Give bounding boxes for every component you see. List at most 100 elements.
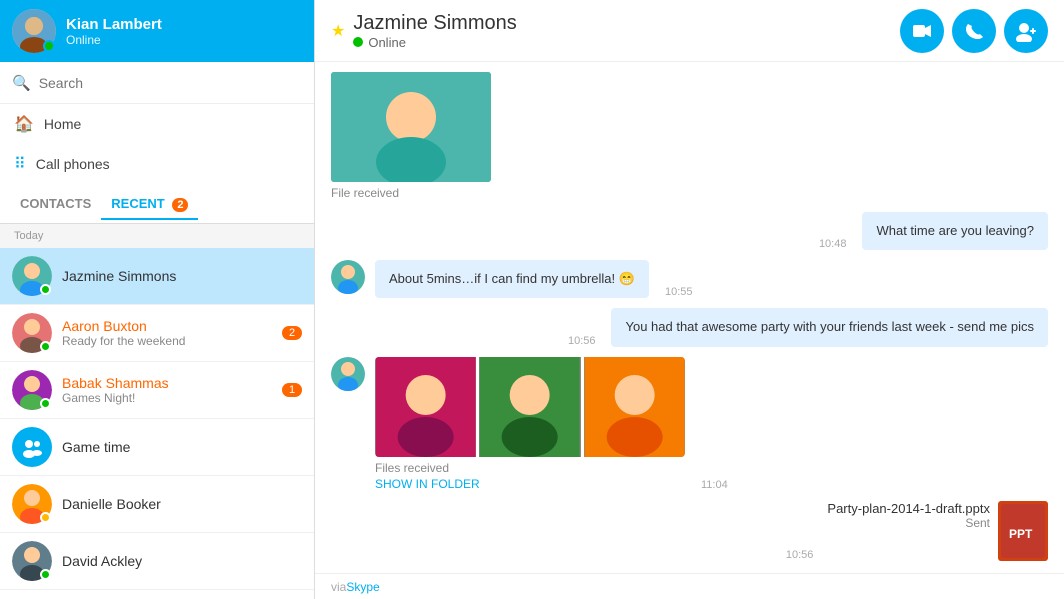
user-info: Kian Lambert Online [66, 16, 162, 47]
status-dot-aaron [40, 341, 51, 352]
status-dot-david [40, 569, 51, 580]
tabs-row: CONTACTS RECENT 2 [0, 184, 314, 224]
svg-text:PPT: PPT [1009, 527, 1033, 541]
sidebar: Kian Lambert Online 🔍 🏠 Home ⠿ Call phon… [0, 0, 315, 599]
search-input[interactable] [39, 75, 302, 91]
contact-avatar-david [12, 541, 52, 581]
msg-row-received-1: About 5mins…if I can find my umbrella! 😁… [331, 260, 1048, 298]
user-header: Kian Lambert Online [0, 0, 314, 62]
msg-bubble-sent-1: What time are you leaving? [862, 212, 1048, 250]
tab-contacts[interactable]: CONTACTS [10, 188, 101, 219]
contact-list: Today Jazmine Simmons [0, 224, 314, 599]
contact-item-babak-shammas[interactable]: Babak Shammas Games Night! 1 [0, 362, 314, 419]
msg-row-sent-2: 10:56 You had that awesome party with yo… [331, 308, 1048, 346]
msg-time-5: 10:56 [786, 549, 814, 561]
contact-item-david-ackley[interactable]: David Ackley [0, 533, 314, 590]
contact-details-game-time: Game time [62, 439, 302, 455]
nav-home-label: Home [44, 116, 81, 132]
photo-3 [584, 357, 685, 457]
contact-avatar-danielle [12, 484, 52, 524]
contact-details-aaron: Aaron Buxton Ready for the weekend [62, 318, 272, 348]
call-phones-icon: ⠿ [14, 154, 26, 174]
file-sent-label: Sent [827, 516, 990, 530]
recent-badge: 2 [172, 198, 188, 212]
search-icon: 🔍 [12, 74, 31, 92]
photo-collage-block: Files received SHOW IN FOLDER [375, 357, 685, 491]
photo-2 [479, 357, 580, 457]
tab-recent[interactable]: RECENT 2 [101, 188, 198, 219]
user-status-dot [43, 40, 55, 52]
msg-time-4: 11:04 [701, 479, 728, 491]
msg-time-2: 10:55 [665, 286, 693, 298]
status-dot-danielle [40, 512, 51, 523]
contact-name-aaron: Aaron Buxton [62, 318, 272, 334]
received-photo [331, 72, 491, 182]
file-received-label: File received [331, 186, 1048, 200]
files-received-label: Files received [375, 461, 685, 475]
nav-item-home[interactable]: 🏠 Home [0, 104, 314, 144]
file-icon-ppt: PPT [998, 501, 1048, 561]
msg-row-photos: Files received SHOW IN FOLDER 11:04 [331, 357, 1048, 491]
msg-bubble-sent-2: You had that awesome party with your fri… [611, 308, 1048, 346]
unread-badge-aaron: 2 [282, 326, 302, 340]
chat-contact-info: Jazmine Simmons Online [353, 12, 516, 50]
file-received-block: File received [331, 72, 1048, 200]
user-status: Online [66, 33, 162, 47]
msg-avatar-jazmine-2 [331, 357, 365, 391]
nav-item-call-phones[interactable]: ⠿ Call phones [0, 144, 314, 184]
star-icon[interactable]: ★ [331, 21, 345, 41]
nav-call-label: Call phones [36, 156, 110, 172]
show-in-folder-link[interactable]: SHOW IN FOLDER [375, 477, 685, 491]
contact-details-david: David Ackley [62, 553, 302, 569]
contact-name-babak: Babak Shammas [62, 375, 272, 391]
section-today: Today [0, 224, 314, 248]
add-contact-button[interactable] [1004, 9, 1048, 53]
chat-contact-name: Jazmine Simmons [353, 12, 516, 35]
user-avatar-wrap [12, 9, 56, 53]
contact-avatar-aaron [12, 313, 52, 353]
contact-item-game-time[interactable]: Game time [0, 419, 314, 476]
audio-call-button[interactable] [952, 9, 996, 53]
user-name: Kian Lambert [66, 16, 162, 33]
search-bar: 🔍 [0, 62, 314, 104]
contact-subtext-aaron: Ready for the weekend [62, 334, 272, 348]
contact-item-aaron-buxton[interactable]: Aaron Buxton Ready for the weekend 2 [0, 305, 314, 362]
contact-name-game-time: Game time [62, 439, 302, 455]
file-msg-row: 10:56 Party-plan-2014-1-draft.pptx Sent … [331, 501, 1048, 561]
photo-1 [375, 357, 476, 457]
chat-main: ★ Jazmine Simmons Online [315, 0, 1064, 599]
video-call-button[interactable] [900, 9, 944, 53]
chat-header-left: ★ Jazmine Simmons Online [331, 12, 517, 50]
msg-time-1: 10:48 [819, 238, 847, 250]
contact-name-danielle: Danielle Booker [62, 496, 302, 512]
chat-messages: File received 10:48 What time are you le… [315, 62, 1064, 573]
chat-bottom-bar: via Skype [315, 573, 1064, 599]
contact-avatar-babak [12, 370, 52, 410]
contact-item-danielle-booker[interactable]: Danielle Booker [0, 476, 314, 533]
status-dot-jazmine [40, 284, 51, 295]
msg-row-sent-1: 10:48 What time are you leaving? [331, 212, 1048, 250]
home-icon: 🏠 [14, 114, 34, 134]
chat-header: ★ Jazmine Simmons Online [315, 0, 1064, 62]
chat-status-dot [353, 37, 363, 47]
group-icon [12, 427, 52, 467]
contact-subtext-babak: Games Night! [62, 391, 272, 405]
file-msg-info: Party-plan-2014-1-draft.pptx Sent [827, 501, 990, 530]
contact-avatar-game-time [12, 427, 52, 467]
msg-avatar-jazmine [331, 260, 365, 294]
contact-avatar-jazmine [12, 256, 52, 296]
app-container: Kian Lambert Online 🔍 🏠 Home ⠿ Call phon… [0, 0, 1064, 599]
photo-collage [375, 357, 685, 457]
via-text: via [331, 580, 346, 594]
msg-time-3: 10:56 [568, 335, 596, 347]
via-skype-link[interactable]: Skype [346, 580, 379, 594]
chat-contact-status: Online [353, 35, 516, 50]
contact-item-jazmine-simmons[interactable]: Jazmine Simmons [0, 248, 314, 305]
chat-actions [900, 9, 1048, 53]
contact-details-danielle: Danielle Booker [62, 496, 302, 512]
contact-name-david: David Ackley [62, 553, 302, 569]
contact-details-babak: Babak Shammas Games Night! [62, 375, 272, 405]
contact-name-jazmine: Jazmine Simmons [62, 268, 302, 284]
chat-status-text: Online [368, 35, 406, 50]
unread-badge-babak: 1 [282, 383, 302, 397]
